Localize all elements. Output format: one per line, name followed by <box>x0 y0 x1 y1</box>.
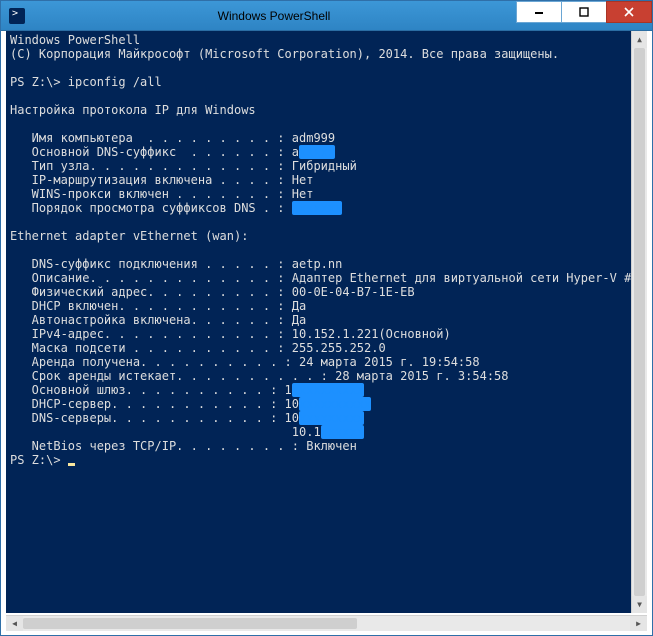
host-name-label: Имя компьютера . . . . . . . . . : <box>10 131 292 145</box>
conn-suffix-label: DNS-суффикс подключения . . . . . : <box>10 257 292 271</box>
maximize-button[interactable] <box>561 1 607 23</box>
netbios-value: Включен <box>306 439 357 453</box>
netbios-label: NetBios через TCP/IP. . . . . . . . : <box>10 439 306 453</box>
command-text: ipconfig /all <box>68 75 162 89</box>
close-button[interactable] <box>606 1 652 23</box>
lease-obtained-value: 24 марта 2015 г. 19:54:58 <box>299 355 480 369</box>
minimize-icon <box>534 7 544 17</box>
terminal-output[interactable]: Windows PowerShell (C) Корпорация Майкро… <box>6 31 631 613</box>
dns-suffix-value: a <box>292 145 299 159</box>
conn-suffix-value: aetp.nn <box>292 257 343 271</box>
autoconf-label: Автонастройка включена. . . . . . : <box>10 313 292 327</box>
powershell-icon <box>9 8 25 24</box>
horizontal-scroll-track[interactable] <box>23 616 630 631</box>
gateway-label: Основной шлюз. . . . . . . . . . : <box>10 383 285 397</box>
scroll-left-button[interactable]: ◀ <box>6 616 23 631</box>
descr-value: Адаптер Ethernet для виртуальной сети Hy… <box>292 271 631 285</box>
search-list-label: Порядок просмотра суффиксов DNS . : <box>10 201 292 215</box>
vertical-scrollbar[interactable]: ▲ ▼ <box>631 31 647 613</box>
host-name-value: adm999 <box>292 131 335 145</box>
banner-line1: Windows PowerShell <box>10 33 140 47</box>
scroll-down-button[interactable]: ▼ <box>632 596 647 613</box>
dns-servers-label: DNS-серверы. . . . . . . . . . . : <box>10 411 285 425</box>
vertical-scroll-thumb[interactable] <box>634 48 645 596</box>
dns-suffix-label: Основной DNS-суффикс . . . . . . : <box>10 145 292 159</box>
redacted-block: xxxxx <box>299 145 335 159</box>
dns-servers-2-value: 10.1 <box>292 425 321 439</box>
lease-obtained-label: Аренда получена. . . . . . . . . . : <box>10 355 299 369</box>
wins-label: WINS-прокси включен . . . . . . . : <box>10 187 292 201</box>
dhcp-label: DHCP включен. . . . . . . . . . . : <box>10 299 292 313</box>
terminal-container: Windows PowerShell (C) Корпорация Майкро… <box>6 31 647 613</box>
window-controls <box>517 1 652 30</box>
ipv4-value: 10.152.1.221(Основной) <box>292 327 451 341</box>
redacted-block: xxxxxx <box>321 425 364 439</box>
text-cursor <box>68 463 75 466</box>
redacted-block: xxxxxxxxxx <box>292 383 364 397</box>
lease-expires-label: Срок аренды истекает. . . . . . . . . . … <box>10 369 335 383</box>
client-area: Windows PowerShell (C) Корпорация Майкро… <box>1 31 652 635</box>
powershell-window: Windows PowerShell Windows PowerShell (C… <box>0 0 653 636</box>
node-type-label: Тип узла. . . . . . . . . . . . . : <box>10 159 292 173</box>
redacted-block: xxxxxxx <box>292 201 343 215</box>
wins-value: Нет <box>292 187 314 201</box>
redacted-block: xxxxxxxxx <box>299 411 364 425</box>
prompt-2: PS Z:\> <box>10 453 68 467</box>
dhcp-server-label: DHCP-сервер. . . . . . . . . . . : <box>10 397 285 411</box>
node-type-value: Гибридный <box>292 159 357 173</box>
section-title: Настройка протокола IP для Windows <box>10 103 256 117</box>
scroll-right-button[interactable]: ▶ <box>630 616 647 631</box>
adapter-header: Ethernet adapter vEthernet (wan): <box>10 229 248 243</box>
prompt-1: PS Z:\> <box>10 75 68 89</box>
mask-value: 255.255.252.0 <box>292 341 386 355</box>
mac-value: 00-0E-04-B7-1E-EB <box>292 285 415 299</box>
mac-label: Физический адрес. . . . . . . . . : <box>10 285 292 299</box>
banner-line2: (C) Корпорация Майкрософт (Microsoft Cor… <box>10 47 559 61</box>
redacted-block: xxxxxxxxxx <box>299 397 371 411</box>
autoconf-value: Да <box>292 313 306 327</box>
titlebar[interactable]: Windows PowerShell <box>1 1 652 31</box>
dhcp-value: Да <box>292 299 306 313</box>
scroll-up-button[interactable]: ▲ <box>632 31 647 48</box>
mask-label: Маска подсети . . . . . . . . . . : <box>10 341 292 355</box>
vertical-scroll-track[interactable] <box>632 48 647 596</box>
routing-value: Нет <box>292 173 314 187</box>
dns-servers-2-indent <box>10 425 292 439</box>
dns-servers-value: 10 <box>285 411 299 425</box>
maximize-icon <box>579 7 589 17</box>
minimize-button[interactable] <box>516 1 562 23</box>
gateway-value: 1 <box>285 383 292 397</box>
descr-label: Описание. . . . . . . . . . . . . : <box>10 271 292 285</box>
horizontal-scrollbar[interactable]: ◀ ▶ <box>6 615 647 631</box>
ipv4-label: IPv4-адрес. . . . . . . . . . . . : <box>10 327 292 341</box>
close-icon <box>624 7 634 17</box>
routing-label: IP-маршрутизация включена . . . . : <box>10 173 292 187</box>
window-title: Windows PowerShell <box>31 9 517 23</box>
horizontal-scroll-thumb[interactable] <box>23 618 357 629</box>
dhcp-server-value: 10 <box>285 397 299 411</box>
lease-expires-value: 28 марта 2015 г. 3:54:58 <box>335 369 508 383</box>
